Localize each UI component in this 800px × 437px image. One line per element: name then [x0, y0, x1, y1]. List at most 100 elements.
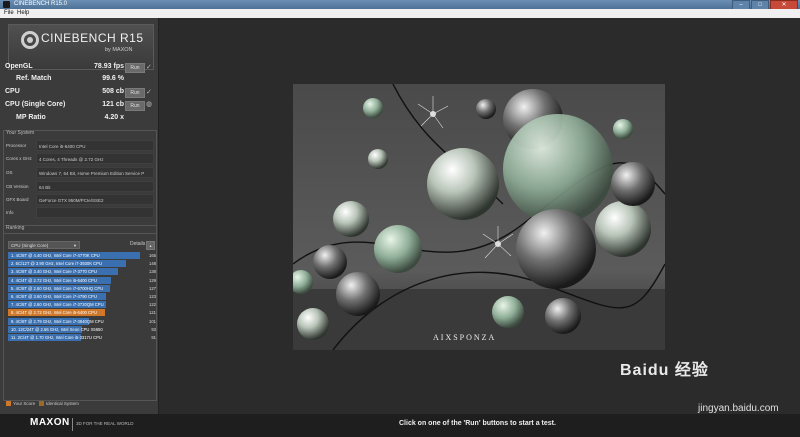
check-icon: ✓	[146, 89, 152, 96]
refmatch-value: 99.6 %	[102, 75, 124, 82]
system-row-value: GeForce GTX 950M/PCIe/SSE2	[36, 194, 154, 205]
menu-help[interactable]: Help	[17, 9, 29, 18]
ranking-row-score: 93	[151, 326, 156, 332]
render-image: AIXSPONZA	[293, 84, 665, 350]
ranking-row-score: 123	[149, 294, 156, 299]
ranking-row-label: 1. 4C/8T @ 4.40 GHz, Intel Core i7-4770K…	[11, 253, 100, 258]
baidu-url-watermark: jingyan.baidu.com	[698, 403, 779, 414]
ranking-row[interactable]: 3. 4C/8T @ 3.40 GHz, Intel Core i7-3770 …	[8, 268, 156, 276]
logo-by: by MAXON	[105, 47, 133, 53]
ranking-row-score: 122	[149, 302, 156, 308]
ranking-row-score: 91	[151, 335, 156, 340]
your-score-swatch	[6, 401, 11, 407]
ranking-row-score: 148	[149, 261, 156, 267]
check-icon: ✓	[146, 64, 152, 71]
ranking-row[interactable]: 6. 4C/8T @ 3.60 GHz, Intel Core i7-4790 …	[8, 293, 156, 300]
details-label[interactable]: Details	[130, 241, 145, 247]
render-viewport: AIXSPONZA	[293, 84, 665, 350]
ranking-row[interactable]: 8. 4C/4T @ 2.72 GHz, Intel Core i5-6400 …	[8, 309, 156, 317]
window-title: CINEBENCH R15.0	[14, 1, 68, 7]
opengl-value: 78.93 fps	[94, 63, 124, 70]
ranking-row[interactable]: 5. 4C/8T @ 2.60 GHz, Intel Core i7-6700H…	[8, 284, 156, 292]
cpu-label: CPU	[5, 88, 20, 95]
cpu-single-label: CPU (Single Core)	[5, 101, 66, 108]
ranking-header: Ranking	[6, 225, 25, 231]
left-panel: CINEBENCH R15 by MAXON OpenGL 78.93 fps …	[0, 18, 159, 414]
system-row: OS Windows 7, 64 Bit, Home Premium Editi…	[6, 167, 154, 179]
system-row-value: Windows 7, 64 Bit, Home Premium Edition …	[36, 167, 154, 178]
mp-ratio-label: MP Ratio	[16, 114, 46, 121]
details-toggle-button[interactable]: ▴	[146, 241, 155, 250]
ranking-row-label: 3. 4C/8T @ 3.40 GHz, Intel Core i7-3770 …	[11, 269, 97, 275]
cpu-single-value: 121 cb	[102, 101, 124, 108]
render-watermark: AIXSPONZA	[433, 333, 496, 342]
your-system-header: Your System	[6, 130, 35, 136]
ranking-row[interactable]: 1. 4C/8T @ 4.40 GHz, Intel Core i7-4770K…	[8, 252, 156, 259]
maxon-tagline: 3D FOR THE REAL WORLD	[76, 421, 134, 426]
ranking-row-label: 11. 2C/4T @ 1.70 GHz, Intel Core i5-3317…	[11, 335, 102, 340]
ranking-select[interactable]: CPU (Single Core) ▼	[8, 241, 80, 249]
menu-bar: File Help	[0, 9, 800, 18]
ranking-legend: Your Score Identical System	[6, 401, 79, 407]
cpu-value: 508 cb	[102, 88, 124, 95]
system-row: GFX Board GeForce GTX 950M/PCIe/SSE2	[6, 194, 154, 206]
system-row: CB Version 64 Bit	[6, 181, 154, 193]
ranking-row[interactable]: 4. 4C/4T @ 2.72 GHz, Intel Core i5-6400 …	[8, 276, 156, 284]
ranking-row[interactable]: 7. 4C/8T @ 2.60 GHz, Intel Core i7-3720Q…	[8, 301, 156, 309]
baidu-watermark: Baidu 经验	[620, 362, 709, 379]
ranking-row-label: 5. 4C/8T @ 2.60 GHz, Intel Core i7-6700H…	[11, 285, 104, 291]
system-row-label: Cores x GHz	[6, 156, 32, 161]
ranking-row-score: 129	[149, 277, 156, 283]
system-row-label: CB Version	[6, 184, 29, 189]
ranking-row-label: 9. 4C/8T @ 2.79 GHz, Intel Core i7-3840Q…	[11, 318, 104, 324]
system-row-label: GFX Board	[6, 197, 29, 202]
ranking-row[interactable]: 2. 6C/12T @ 3.90 GHz, Intel Core i7-3930…	[8, 260, 156, 268]
legend-your-score: Your Score	[13, 401, 36, 406]
ranking-row[interactable]: 10. 12C/24T @ 2.66 GHz, Intel Xeon CPU X…	[8, 325, 156, 333]
system-row-value: Intel Core i5-6400 CPU	[36, 140, 154, 151]
bottom-bar: MAXON 3D FOR THE REAL WORLD Click on one…	[0, 414, 800, 437]
ranking-section: Ranking CPU (Single Core) ▼ Details ▴ 1.…	[3, 225, 157, 401]
legend-identical-system: Identical System	[45, 401, 79, 406]
cpu-run-button[interactable]: Run	[125, 88, 145, 98]
ranking-row-score: 101	[149, 318, 156, 324]
ranking-row-label: 6. 4C/8T @ 3.60 GHz, Intel Core i7-4790 …	[11, 294, 97, 299]
cpu-single-run-button[interactable]: Run	[125, 101, 145, 111]
ranking-row-label: 2. 6C/12T @ 3.90 GHz, Intel Core i7-3930…	[11, 261, 102, 267]
maxon-logo: MAXON	[30, 417, 70, 428]
divider	[72, 418, 73, 431]
ranking-select-value: CPU (Single Core)	[11, 243, 49, 248]
app-icon	[3, 1, 10, 8]
system-row: Processor Intel Core i5-6400 CPU	[6, 140, 154, 152]
system-row-label: Info	[6, 210, 14, 215]
info-field[interactable]	[36, 207, 154, 218]
ranking-row-score: 127	[149, 285, 156, 291]
menu-file[interactable]: File	[4, 9, 14, 18]
ranking-row-label: 7. 4C/8T @ 2.60 GHz, Intel Core i7-3720Q…	[11, 302, 104, 308]
logo-name: CINEBENCH R15	[41, 31, 144, 45]
cinema4d-logo-icon	[21, 31, 39, 49]
identical-system-swatch	[38, 401, 44, 407]
system-row-label: OS	[6, 170, 13, 175]
refmatch-label: Ref. Match	[16, 75, 52, 82]
ranking-row-score: 138	[149, 269, 156, 275]
status-message: Click on one of the 'Run' buttons to sta…	[399, 420, 556, 427]
your-system-section: Your System Processor Intel Core i5-6400…	[3, 130, 157, 234]
opengl-run-button[interactable]: Run	[125, 63, 145, 73]
system-row: Info	[6, 207, 154, 219]
mp-ratio-value: 4.20 x	[104, 114, 124, 121]
ranking-row-label: 10. 12C/24T @ 2.66 GHz, Intel Xeon CPU X…	[11, 326, 103, 332]
ranking-row[interactable]: 11. 2C/4T @ 1.70 GHz, Intel Core i5-3317…	[8, 334, 156, 341]
chevron-down-icon: ▼	[73, 243, 77, 248]
system-row: Cores x GHz 4 Cores, 4 Threads @ 2.72 GH…	[6, 153, 154, 165]
opengl-label: OpenGL	[5, 63, 33, 70]
ranking-row[interactable]: 9. 4C/8T @ 2.79 GHz, Intel Core i7-3840Q…	[8, 317, 156, 325]
ranking-row-label: 4. 4C/4T @ 2.72 GHz, Intel Core i5-6400 …	[11, 277, 97, 283]
system-row-value: 4 Cores, 4 Threads @ 2.72 GHz	[36, 153, 154, 164]
ranking-row-score: 165	[149, 253, 156, 258]
ranking-row-label: 8. 4C/4T @ 2.72 GHz, Intel Core i5-6400 …	[11, 310, 97, 316]
ranking-row-score: 121	[149, 310, 156, 316]
title-bar: CINEBENCH R15.0 – □ ✕	[0, 0, 800, 10]
spinner-icon: ◍	[146, 101, 153, 108]
system-row-label: Processor	[6, 143, 27, 148]
